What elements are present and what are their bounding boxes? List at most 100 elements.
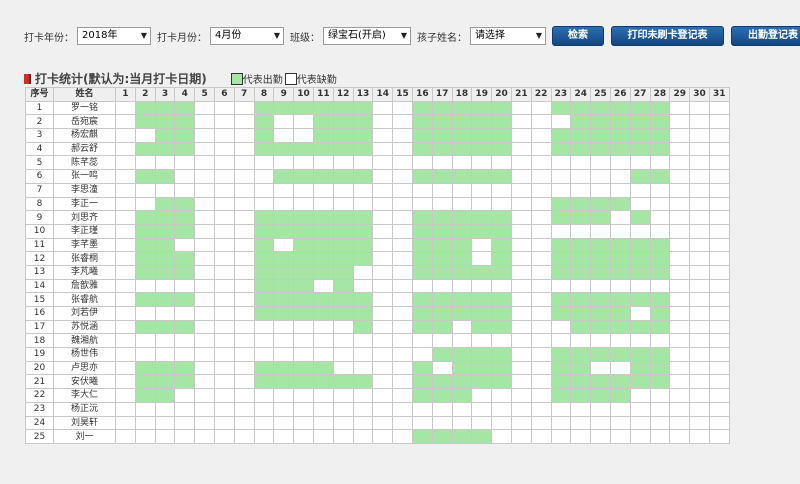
day-cell-absent: [233, 196, 255, 212]
day-cell-present: [609, 237, 631, 253]
day-cell-absent: [689, 429, 710, 444]
day-cell-absent: [213, 292, 235, 307]
day-cell-absent: [530, 196, 552, 212]
day-cell-present: [312, 128, 334, 143]
row-index: 17: [25, 319, 54, 335]
day-cell-absent: [530, 401, 552, 417]
search-button[interactable]: 检索: [552, 26, 604, 46]
day-cell-absent: [194, 360, 215, 376]
day-cell-absent: [471, 155, 493, 171]
day-cell-present: [649, 319, 671, 335]
print-unswiped-button[interactable]: 打印未刷卡登记表: [611, 26, 724, 46]
day-cell-absent: [233, 360, 255, 376]
day-cell-present: [134, 210, 156, 225]
day-cell-absent: [629, 155, 651, 171]
day-cell-absent: [293, 333, 314, 349]
table-header-row: 序号 姓名 1 2 3 4 5 6 7 8 9 10 11 12 13 14 15 16 17 18 19 20 21 22 2…: [25, 87, 730, 102]
day-cell-absent: [115, 388, 136, 403]
row-name: 罗一铭: [53, 100, 116, 116]
day-cell-present: [550, 196, 572, 212]
day-cell-absent: [570, 429, 592, 444]
day-cell-absent: [609, 401, 631, 417]
day-cell-present: [332, 223, 354, 239]
day-cell-absent: [194, 196, 215, 212]
day-cell-absent: [431, 360, 453, 376]
day-cell-present: [550, 264, 572, 280]
day-cell-present: [550, 292, 572, 307]
day-cell-absent: [174, 401, 196, 417]
day-cell-absent: [233, 141, 255, 157]
month-select[interactable]: 4月份 ▼: [210, 27, 284, 45]
day-cell-absent: [689, 347, 710, 362]
day-cell-absent: [213, 223, 235, 239]
day-cell-absent: [134, 128, 156, 143]
day-cell-present: [451, 292, 473, 307]
day-cell-present: [590, 264, 611, 280]
day-cell-absent: [689, 374, 710, 390]
day-cell-present: [332, 251, 354, 266]
day-cell-absent: [115, 347, 136, 362]
row-name: 郝云舒: [53, 141, 116, 157]
class-select[interactable]: 绿宝石(开启) ▼: [323, 27, 411, 45]
year-select[interactable]: 2018年 ▼: [77, 27, 151, 45]
day-cell-absent: [194, 169, 215, 184]
day-cell-present: [312, 210, 334, 225]
day-cell-absent: [194, 251, 215, 266]
row-name: 安伏曦: [53, 374, 116, 390]
day-cell-absent: [669, 374, 691, 390]
day-cell-absent: [550, 182, 572, 198]
day-cell-present: [431, 210, 453, 225]
day-cell-absent: [273, 196, 295, 212]
day-cell-absent: [510, 264, 532, 280]
day-cell-absent: [213, 264, 235, 280]
row-name: 刘昊轩: [53, 415, 116, 431]
day-cell-absent: [312, 196, 334, 212]
day-cell-present: [649, 347, 671, 362]
day-cell-present: [431, 223, 453, 239]
day-cell-absent: [689, 155, 710, 171]
day-cell-absent: [491, 196, 512, 212]
row-index: 3: [25, 128, 54, 143]
absent-swatch-icon: [284, 72, 297, 85]
day-cell-absent: [590, 223, 611, 239]
day-cell-absent: [471, 388, 493, 403]
day-cell-absent: [332, 388, 354, 403]
day-cell-absent: [689, 128, 710, 143]
month-select-value: 4月份: [215, 30, 242, 41]
attendance-sheet-button[interactable]: 出勤登记表: [731, 26, 800, 46]
day-cell-absent: [134, 278, 156, 294]
day-cell-absent: [392, 100, 413, 116]
day-cell-present: [649, 128, 671, 143]
table-row: 21 安伏曦: [25, 374, 730, 390]
day-cell-absent: [431, 278, 453, 294]
day-cell-present: [590, 237, 611, 253]
day-cell-absent: [392, 182, 413, 198]
day-cell-absent: [115, 429, 136, 444]
day-cell-absent: [669, 388, 691, 403]
day-cell-present: [253, 237, 275, 253]
day-cell-present: [451, 306, 473, 321]
day-cell-absent: [213, 388, 235, 403]
day-cell-present: [570, 114, 592, 130]
day-cell-present: [550, 251, 572, 266]
day-cell-absent: [372, 210, 394, 225]
day-cell-present: [411, 223, 433, 239]
day-cell-present: [411, 114, 433, 130]
day-cell-absent: [510, 374, 532, 390]
day-cell-absent: [293, 128, 314, 143]
day-cell-absent: [372, 306, 394, 321]
day-cell-absent: [451, 182, 473, 198]
child-select[interactable]: 请选择 ▼: [470, 27, 546, 45]
header-day: 8: [253, 87, 275, 102]
chevron-down-icon: ▼: [273, 31, 280, 40]
row-name: 李思潼: [53, 182, 116, 198]
child-select-value: 请选择: [475, 30, 505, 41]
table-row: 5 陈芊蕊: [25, 155, 730, 171]
day-cell-present: [550, 100, 572, 116]
row-name: 杨宏麒: [53, 128, 116, 143]
day-cell-present: [451, 374, 473, 390]
day-cell-present: [471, 292, 493, 307]
day-cell-absent: [115, 292, 136, 307]
day-cell-absent: [352, 264, 374, 280]
day-cell-present: [431, 306, 453, 321]
